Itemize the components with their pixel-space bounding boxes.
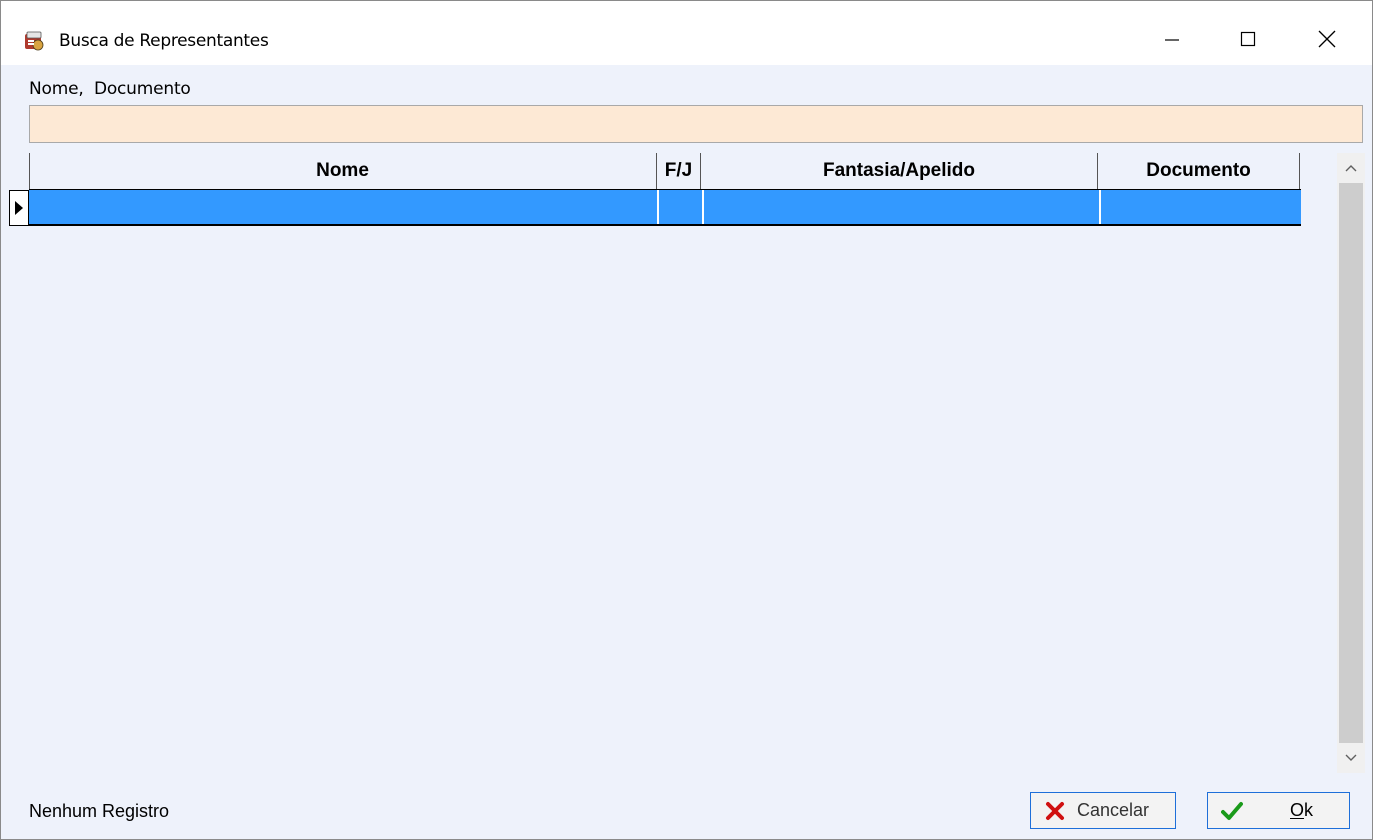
- maximize-button[interactable]: [1220, 15, 1276, 63]
- scroll-down-button[interactable]: [1337, 743, 1365, 773]
- column-header-documento[interactable]: Documento: [1098, 153, 1299, 189]
- table-row[interactable]: [9, 190, 1301, 226]
- checkmark-icon: [1220, 799, 1244, 823]
- app-icon: [23, 30, 45, 52]
- row-indicator-icon: [9, 190, 29, 226]
- cancel-button[interactable]: Cancelar: [1030, 792, 1176, 829]
- vertical-scrollbar[interactable]: [1337, 153, 1365, 773]
- record-status: Nenhum Registro: [29, 801, 170, 821]
- close-icon: [1318, 30, 1336, 48]
- scroll-up-button[interactable]: [1337, 153, 1365, 183]
- column-separator[interactable]: [1299, 153, 1300, 189]
- window-title: Busca de Representantes: [59, 31, 269, 51]
- cancel-x-icon: [1043, 799, 1067, 823]
- ok-button[interactable]: Ok: [1207, 792, 1350, 829]
- chevron-down-icon: [1345, 754, 1357, 761]
- grid-header: Nome F/J Fantasia/Apelido Documento: [29, 153, 1301, 191]
- column-header-fj[interactable]: F/J: [657, 153, 700, 189]
- row-divider: [29, 224, 1301, 226]
- cancel-label: Cancelar: [1077, 800, 1150, 820]
- scroll-thumb[interactable]: [1339, 183, 1363, 743]
- ok-label: Ok: [1290, 800, 1313, 821]
- cell-nome[interactable]: [29, 190, 659, 224]
- search-label: Nome, Documento: [29, 79, 191, 99]
- ok-label-accel: O: [1290, 800, 1305, 820]
- column-header-nome[interactable]: Nome: [29, 153, 656, 189]
- minimize-button[interactable]: [1144, 15, 1200, 63]
- minimize-icon: [1165, 39, 1179, 41]
- cell-fj[interactable]: [659, 190, 704, 224]
- chevron-up-icon: [1345, 165, 1357, 172]
- column-header-fantasia[interactable]: Fantasia/Apelido: [701, 153, 1097, 189]
- ok-label-rest: k: [1304, 800, 1314, 820]
- search-input[interactable]: [29, 105, 1363, 143]
- search-dialog: Busca de Representantes Nome, Documento …: [0, 0, 1373, 840]
- maximize-icon: [1240, 31, 1256, 47]
- title-bar: Busca de Representantes: [1, 1, 1372, 65]
- cell-fantasia[interactable]: [704, 190, 1101, 224]
- cell-documento[interactable]: [1101, 190, 1301, 224]
- close-button[interactable]: [1299, 15, 1355, 63]
